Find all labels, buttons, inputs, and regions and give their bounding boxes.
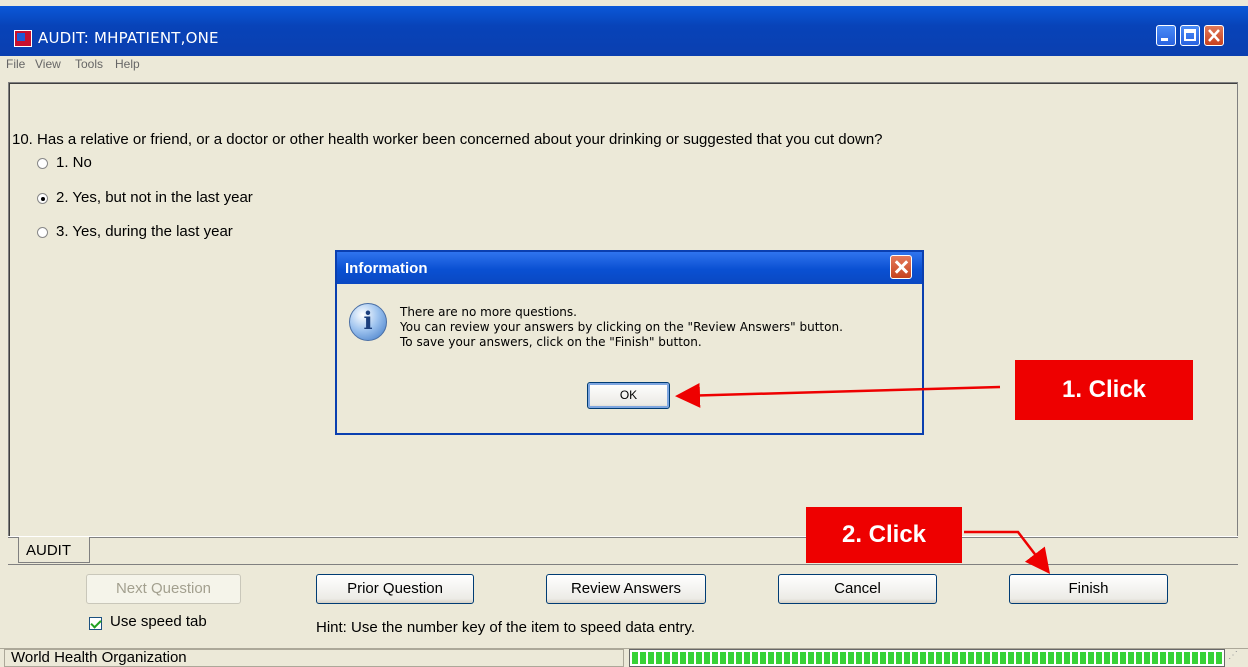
ok-label: OK — [619, 388, 638, 402]
app-icon[interactable] — [14, 30, 32, 47]
review-answers-label: Review Answers — [570, 580, 682, 597]
review-answers-button[interactable]: Review Answers — [546, 574, 706, 604]
callout-2: 2. Click — [806, 507, 962, 563]
tab-strip — [8, 536, 1238, 567]
option-3-radio[interactable] — [37, 227, 48, 238]
resize-grip-icon[interactable]: ⋰ — [1228, 650, 1244, 666]
prior-question-button[interactable]: Prior Question — [316, 574, 474, 604]
minimize-button[interactable] — [1156, 25, 1176, 46]
cancel-button[interactable]: Cancel — [778, 574, 937, 604]
question-text: 10. Has a relative or friend, or a docto… — [12, 131, 883, 148]
dialog-message-line-2: You can review your answers by clicking … — [400, 320, 843, 334]
menu-tools[interactable]: Tools — [75, 57, 103, 71]
window-title: AUDIT: MHPATIENT,ONE — [38, 29, 219, 47]
option-2-radio[interactable] — [37, 193, 48, 204]
progress-bar — [629, 649, 1225, 667]
status-text: World Health Organization — [4, 649, 624, 667]
progress-fill — [632, 652, 1222, 664]
speed-tab-checkbox[interactable] — [89, 617, 102, 630]
menu-view[interactable]: View — [35, 57, 61, 71]
option-1-radio[interactable] — [37, 158, 48, 169]
option-1-label[interactable]: 1. No — [56, 154, 92, 171]
menu-file[interactable]: File — [6, 57, 25, 71]
speed-tab-label[interactable]: Use speed tab — [110, 613, 207, 630]
callout-1: 1. Click — [1015, 360, 1193, 420]
next-question-label: Next Question — [115, 580, 212, 597]
finish-label: Finish — [1068, 580, 1109, 597]
close-window-button[interactable] — [1204, 25, 1224, 46]
prior-question-label: Prior Question — [347, 580, 443, 597]
ok-button[interactable]: OK — [587, 382, 670, 409]
cancel-label: Cancel — [834, 580, 881, 597]
maximize-button[interactable] — [1180, 25, 1200, 46]
menu-help[interactable]: Help — [115, 57, 140, 71]
finish-button[interactable]: Finish — [1009, 574, 1168, 604]
dialog-close-button[interactable] — [890, 255, 912, 279]
dialog-title: Information — [345, 260, 428, 277]
menu-bar — [0, 56, 1248, 80]
dialog-message-line-3: To save your answers, click on the "Fini… — [400, 335, 702, 349]
option-2-label[interactable]: 2. Yes, but not in the last year — [56, 189, 253, 206]
next-question-button: Next Question — [86, 574, 241, 604]
option-3-label[interactable]: 3. Yes, during the last year — [56, 223, 233, 240]
info-icon: i — [349, 303, 387, 341]
hint-text: Hint: Use the number key of the item to … — [316, 619, 696, 636]
dialog-message-line-1: There are no more questions. — [400, 305, 577, 319]
tab-audit[interactable]: AUDIT — [18, 537, 90, 563]
